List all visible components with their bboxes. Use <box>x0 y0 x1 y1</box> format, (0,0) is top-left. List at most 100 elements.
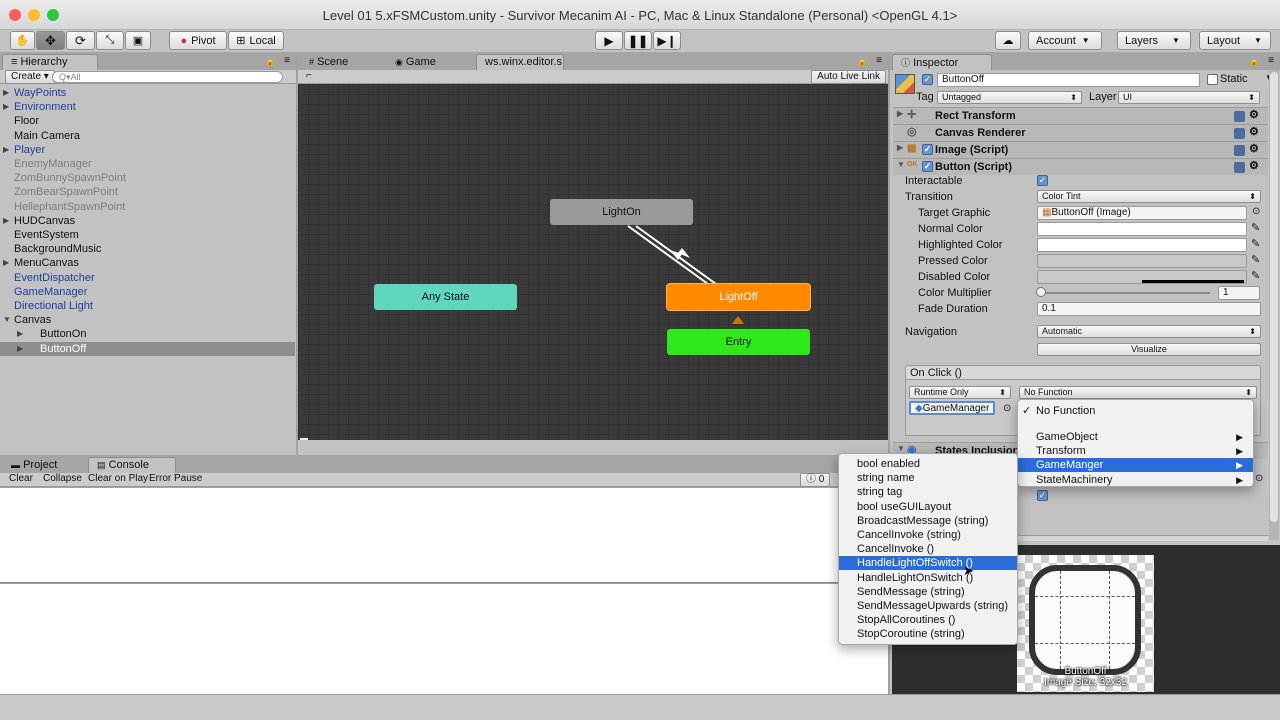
eyedropper-icon[interactable]: ✎ <box>1251 269 1260 282</box>
component-canvas-renderer[interactable]: ◎ Canvas Renderer ⚙ <box>893 124 1268 141</box>
image-enabled-checkbox[interactable]: ✓ <box>922 144 933 155</box>
pressed-color-swatch[interactable] <box>1037 254 1247 268</box>
hierarchy-item[interactable]: HellephantSpawnPoint <box>0 200 295 214</box>
button-enabled-checkbox[interactable]: ✓ <box>922 161 933 172</box>
eyedropper-icon[interactable]: ✎ <box>1251 237 1260 250</box>
rect-tool-button[interactable]: ▣ <box>125 31 151 50</box>
visualize-button[interactable]: Visualize <box>1037 343 1261 356</box>
disabled-color-swatch[interactable] <box>1037 270 1247 284</box>
hierarchy-item[interactable]: ▶ Player <box>0 143 295 157</box>
method-menu-item[interactable]: CancelInvoke (string) <box>839 528 1017 542</box>
play-button[interactable]: ▶ <box>595 31 623 50</box>
hierarchy-item[interactable]: EventDispatcher <box>0 271 295 285</box>
foldout-open-arrow-icon[interactable]: ▼ <box>897 160 905 169</box>
foldout-arrow-icon[interactable]: ▼ <box>3 313 11 327</box>
help-icon[interactable] <box>1234 145 1245 156</box>
hierarchy-item[interactable]: GameManager <box>0 285 295 299</box>
state-light-on[interactable]: LightOn <box>550 199 693 225</box>
hierarchy-item[interactable]: Main Camera <box>0 129 295 143</box>
hand-tool-button[interactable]: ✋ <box>10 31 35 50</box>
eyedropper-icon[interactable]: ✎ <box>1251 221 1260 234</box>
tab-hierarchy[interactable]: ≡ Hierarchy <box>2 54 98 70</box>
interactable-checkbox[interactable]: ✓ <box>1037 175 1048 186</box>
auto-live-link-toggle[interactable]: Auto Live Link <box>811 70 886 84</box>
component-button-script[interactable]: ▼ OK ✓ Button (Script) ⚙ <box>893 158 1268 175</box>
scale-tool-button[interactable]: ⤡ <box>96 31 124 50</box>
panel-menu-icon[interactable]: ≡ <box>1268 55 1274 66</box>
create-dropdown[interactable]: Create ▾ <box>5 70 55 84</box>
account-dropdown[interactable]: Account ▼ <box>1028 31 1102 50</box>
color-multiplier-slider-thumb[interactable] <box>1036 287 1046 297</box>
layers-dropdown[interactable]: Layers ▼ <box>1117 31 1191 50</box>
hierarchy-item[interactable]: ▼ Canvas <box>0 313 295 327</box>
inspector-scrollbar-thumb[interactable] <box>1270 72 1278 522</box>
component-rect-transform[interactable]: ▶ ✛ Rect Transform ⚙ <box>893 107 1268 124</box>
hierarchy-item[interactable]: Floor <box>0 114 295 128</box>
layers-toggle-icon[interactable]: ⌐ <box>306 70 312 81</box>
hierarchy-item[interactable]: ZomBunnySpawnPoint <box>0 171 295 185</box>
gear-icon[interactable]: ⚙ <box>1249 108 1259 121</box>
move-tool-button[interactable]: ✥ <box>36 31 65 50</box>
foldout-arrow-icon[interactable]: ▶ <box>897 109 903 118</box>
states-option-checkbox[interactable]: ✓ <box>1037 490 1048 501</box>
function-menu-item[interactable]: Transform ▶ <box>1018 444 1253 458</box>
help-icon[interactable] <box>1234 111 1245 122</box>
method-menu-item[interactable]: bool enabled <box>839 457 1017 471</box>
foldout-arrow-icon[interactable]: ▶ <box>3 214 9 228</box>
object-picker-icon[interactable]: ⊙ <box>1003 403 1011 414</box>
on-click-object-field[interactable]: ◆GameManager <box>909 401 995 415</box>
tag-dropdown[interactable]: Untagged ⬍ <box>937 91 1082 104</box>
function-menu-item[interactable]: StateMachinery ▶ <box>1018 473 1253 487</box>
state-light-off[interactable]: LightOff <box>667 284 810 310</box>
foldout-arrow-icon[interactable]: ▶ <box>3 143 9 157</box>
info-count-toggle[interactable]: ⓘ 0 <box>800 473 831 487</box>
hierarchy-item[interactable]: ▶ ButtonOff <box>0 341 295 356</box>
function-menu-item[interactable]: GameObject ▶ <box>1018 430 1253 444</box>
transition-line-lighton-to-lightoff[interactable] <box>627 225 709 285</box>
rotate-tool-button[interactable]: ⟳ <box>66 31 95 50</box>
method-menu-item[interactable]: string name <box>839 471 1017 485</box>
transition-dropdown[interactable]: Color Tint ⬍ <box>1037 190 1261 203</box>
object-picker-icon[interactable]: ⊙ <box>1255 473 1263 484</box>
tab-inspector[interactable]: ⓘ Inspector <box>892 54 992 70</box>
tab-project[interactable]: ▬ Project <box>2 457 86 473</box>
error-pause-button[interactable]: Error Pause <box>144 473 207 487</box>
method-menu-item[interactable]: StopCoroutine (string) <box>839 627 1017 641</box>
state-any-state[interactable]: Any State <box>374 284 517 310</box>
layout-dropdown[interactable]: Layout ▼ <box>1199 31 1271 50</box>
foldout-arrow-icon[interactable]: ▶ <box>17 327 23 341</box>
hierarchy-item[interactable]: EventSystem <box>0 228 295 242</box>
local-toggle[interactable]: ⊞ Local <box>228 31 284 50</box>
navigation-dropdown[interactable]: Automatic ⬍ <box>1037 325 1261 338</box>
gear-icon[interactable]: ⚙ <box>1249 159 1259 172</box>
runtime-mode-dropdown[interactable]: Runtime Only ⬍ <box>909 386 1011 399</box>
method-menu-item[interactable]: StopAllCoroutines () <box>839 613 1017 627</box>
method-menu-item[interactable]: bool useGUILayout <box>839 500 1017 514</box>
foldout-arrow-icon[interactable]: ▶ <box>3 100 9 114</box>
tab-console[interactable]: ▤ Console <box>88 457 176 473</box>
tab-game[interactable]: ◉ Game <box>386 54 470 70</box>
hierarchy-item[interactable]: ▶ HUDCanvas <box>0 214 295 228</box>
lock-icon[interactable]: 🔒 <box>857 56 868 67</box>
cloud-button[interactable]: ☁ <box>995 31 1021 50</box>
eyedropper-icon[interactable]: ✎ <box>1251 253 1260 266</box>
tab-scene[interactable]: # Scene <box>300 54 384 70</box>
animator-graph[interactable]: LightOn Any State LightOff Entry <box>298 84 888 440</box>
panel-menu-icon[interactable]: ≡ <box>284 55 290 66</box>
pivot-toggle[interactable]: ● Pivot <box>169 31 227 50</box>
fade-duration-field[interactable]: 0.1 <box>1037 302 1261 316</box>
static-checkbox[interactable] <box>1207 74 1218 85</box>
method-menu-item[interactable]: CancelInvoke () <box>839 542 1017 556</box>
lock-icon[interactable]: 🔒 <box>1249 56 1260 67</box>
hierarchy-search-input[interactable]: Q▾All <box>52 71 283 83</box>
function-menu-item[interactable]: GameManger ▶ <box>1018 458 1253 473</box>
foldout-arrow-icon[interactable]: ▶ <box>17 342 23 356</box>
normal-color-swatch[interactable] <box>1037 222 1247 236</box>
panel-menu-icon[interactable]: ≡ <box>876 55 882 66</box>
help-icon[interactable] <box>1234 162 1245 173</box>
console-detail-area[interactable] <box>0 584 888 694</box>
gear-icon[interactable]: ⚙ <box>1249 142 1259 155</box>
menu-item-no-function[interactable]: ✓ No Function <box>1018 404 1253 418</box>
pause-button[interactable]: ❚❚ <box>624 31 652 50</box>
help-icon[interactable] <box>1234 128 1245 139</box>
